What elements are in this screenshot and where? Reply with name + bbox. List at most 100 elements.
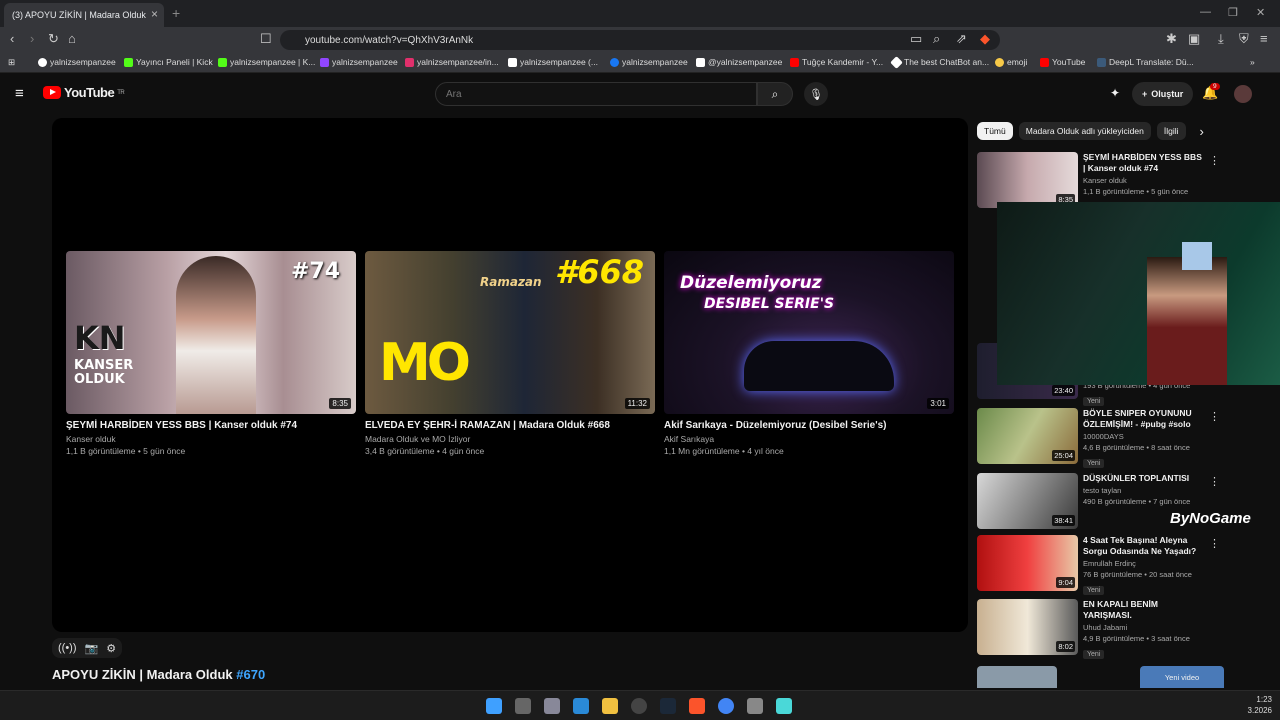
rec-thumbnail[interactable]: 25:04 [977,408,1078,464]
chip-uploader[interactable]: Madara Olduk adlı yükleyiciden [1018,122,1151,140]
recommendation-item[interactable]: 9:04 4 Saat Tek Başına! Aleyna Sorgu Oda… [977,535,1220,595]
recommendation-item[interactable]: 25:04 BÖYLE SNIPER OYUNUNU ÖZLEMİŞİM! - … [977,408,1220,468]
rec-thumbnail[interactable]: 8:02 [977,599,1078,655]
bookmark-item[interactable]: Yayıncı Paneli | Kick [124,57,213,67]
brave-icon[interactable] [689,698,705,714]
search-input[interactable] [435,82,757,106]
more-options-icon[interactable]: ⋮ [1209,154,1220,167]
bookmark-item[interactable]: yalnizsempanzee [610,57,688,67]
steam-icon[interactable] [660,698,676,714]
start-icon[interactable] [486,698,502,714]
new-tab-icon[interactable]: + [172,5,180,21]
close-icon[interactable]: × [151,7,158,21]
zoom-icon[interactable]: ⌕ [933,31,940,47]
bookmark-item[interactable]: Tuğçe Kandemir - Y... [790,57,883,67]
endscreen-card[interactable]: Düzelemiyoruz DESIBEL SERIE'S 3:01 Akif … [664,251,954,456]
more-options-icon[interactable]: ⋮ [1209,475,1220,488]
more-options-icon[interactable]: ⋮ [1209,537,1220,550]
chrome-icon[interactable] [718,698,734,714]
recommendation-item[interactable]: 8:35 ŞEYMİ HARBİDEN YESS BBS | Kanser ol… [977,152,1220,208]
notepad-icon[interactable] [776,698,792,714]
kick-icon [124,57,133,67]
hashtag-link[interactable]: #670 [236,667,265,682]
obs-icon[interactable] [631,698,647,714]
endscreen-channel: Kanser olduk [66,434,116,444]
back-icon[interactable]: ‹ [10,31,14,46]
bookmark-icon[interactable]: ☐ [260,31,272,47]
bookmark-item[interactable]: yalnizsempanzee [320,57,398,67]
explorer-icon[interactable] [602,698,618,714]
gemini-icon[interactable]: ✦ [1110,86,1120,100]
search-button[interactable]: ⌕ [757,82,793,106]
cast-icon[interactable]: ▭ [910,31,922,47]
home-icon[interactable]: ⌂ [68,31,76,46]
download-icon[interactable]: ⤓ [1218,31,1224,47]
window-close-icon[interactable]: ✕ [1256,6,1265,19]
forward-icon[interactable]: › [30,31,34,46]
reload-icon[interactable]: ↻ [48,31,59,47]
youtube-logo[interactable]: YouTube TR [43,85,125,100]
chip-all[interactable]: Tümü [977,122,1013,140]
bookmark-item[interactable]: @yalnizsempanzee [696,57,782,67]
apps-icon[interactable]: ⊞ [8,57,15,68]
hamburger-menu-icon[interactable]: ≡ [15,85,24,102]
extensions-icon[interactable]: ✱ [1166,31,1177,47]
system-clock[interactable]: 1:23 3.2026 [1248,694,1272,716]
rec-thumbnail[interactable]: 8:35 [977,152,1078,208]
player-controls: ((•)) 📷 ⚙ [52,638,123,658]
more-options-icon[interactable]: ⋮ [1209,410,1220,423]
settings-gear-icon[interactable]: ⚙ [106,642,116,655]
live-icon[interactable]: ((•)) [58,642,77,654]
bookmark-item[interactable]: yalnizsempanzee (... [508,57,598,67]
x-icon [696,57,705,67]
endscreen-thumbnail[interactable]: MO Ramazan #668 11:32 [365,251,655,414]
bookmark-item[interactable]: yalnizsempanzee | K... [218,57,315,67]
bookmark-item[interactable]: yalnizsempanzee/in... [405,57,499,67]
facebook-icon [610,57,619,67]
rec-title: 4 Saat Tek Başına! Aleyna Sorgu Odasında… [1083,535,1197,556]
address-bar[interactable]: youtube.com/watch?v=QhXhV3rAnNk [280,30,1000,50]
recommendation-item[interactable]: 8:02 EN KAPALI BENİM YARIŞMASI. Uhud Jab… [977,599,1217,659]
chatbot-icon [890,55,903,69]
browser-tab[interactable]: (3) APOYU ZİKİN | Madara Olduk × [4,3,164,27]
create-button[interactable]: + Oluştur [1132,82,1194,106]
task-view-icon[interactable] [515,698,531,714]
avatar[interactable] [1234,85,1252,103]
series-overlay: DESIBEL SERIE'S [704,296,835,312]
minimize-icon[interactable]: — [1200,6,1211,18]
photos-icon[interactable] [573,698,589,714]
brave-shield-icon[interactable]: ◆ [980,31,990,47]
menu-icon[interactable]: ≡ [1260,31,1268,46]
more-bookmarks-icon[interactable]: » [1250,57,1255,67]
voice-search-button[interactable]: 🎙 [804,82,828,106]
vpn-icon[interactable]: ⛨ [1239,31,1249,47]
bookmark-item[interactable]: The best ChatBot an... [890,55,989,69]
sidebar-icon[interactable]: ▣ [1188,31,1200,47]
app-icon[interactable] [747,698,763,714]
endscreen-card[interactable]: MO Ramazan #668 11:32 ELVEDA EY ŞEHR-İ R… [365,251,655,456]
tab-title: (3) APOYU ZİKİN | Madara Olduk [12,10,146,20]
chip-related[interactable]: İlgili [1156,122,1186,140]
rec-thumbnail[interactable] [977,666,1057,688]
rec-thumbnail[interactable]: 38:41 [977,473,1078,529]
endscreen-thumbnail[interactable]: Düzelemiyoruz DESIBEL SERIE'S 3:01 [664,251,954,414]
camera-icon[interactable]: 📷 [85,642,99,655]
share-icon[interactable]: ⇗ [956,31,967,47]
bookmark-item[interactable]: DeepL Translate: Dü... [1097,57,1194,67]
endscreen-thumbnail[interactable]: KN KANSER OLDUK #74 8:35 [66,251,356,414]
app-icon[interactable] [544,698,560,714]
mic-icon: 🎙 [809,88,823,101]
chevron-right-icon[interactable]: › [1200,124,1204,139]
rec-thumbnail[interactable]: 9:04 [977,535,1078,591]
rec-channel: 10000DAYS [1083,432,1124,441]
windows-taskbar: 1:23 3.2026 [0,690,1280,720]
endscreen-card[interactable]: KN KANSER OLDUK #74 8:35 ŞEYMİ HARBİDEN … [66,251,356,456]
bookmark-item[interactable]: yalnizsempanzee [38,57,116,67]
maximize-icon[interactable]: ❐ [1228,6,1238,19]
video-title: APOYU ZİKİN | Madara Olduk #670 [52,667,266,682]
duration-label: 23:40 [1052,385,1075,396]
endscreen-meta: 1,1 Mn görüntüleme • 4 yıl önce [664,446,784,456]
bookmark-item[interactable]: emoji [995,57,1027,67]
new-video-pill[interactable]: Yeni video [1140,666,1224,688]
bookmark-item[interactable]: YouTube [1040,57,1085,67]
